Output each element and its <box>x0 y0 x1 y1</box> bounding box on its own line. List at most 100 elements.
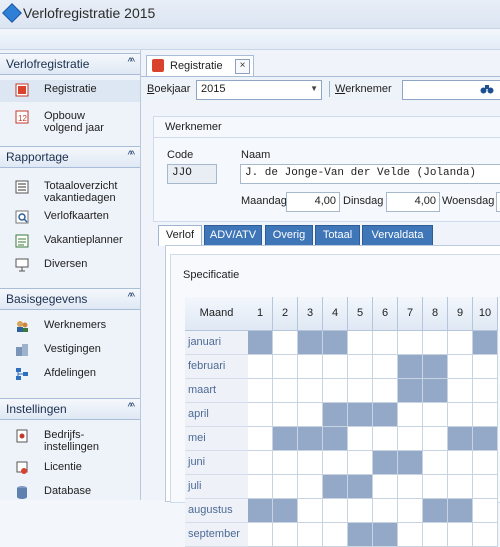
grid-day-cell[interactable] <box>273 523 298 547</box>
grid-day-cell[interactable] <box>448 403 473 427</box>
grid-day-cell[interactable] <box>248 499 273 523</box>
grid-day-cell[interactable] <box>248 355 273 379</box>
grid-day-cell[interactable] <box>448 475 473 499</box>
nav-group-rapportage[interactable]: Rapportage ^^ <box>0 146 140 168</box>
grid-day-cell[interactable] <box>298 523 323 547</box>
collapse-icon[interactable]: ^^ <box>128 149 136 161</box>
tab-registratie[interactable]: Registratie × <box>146 55 254 77</box>
grid-day-cell[interactable] <box>423 475 448 499</box>
nav-item-werknemers[interactable]: Werknemers <box>0 316 140 338</box>
grid-day-cell[interactable] <box>423 355 448 379</box>
grid-day-cell[interactable] <box>298 475 323 499</box>
nav-group-basisgegevens[interactable]: Basisgegevens ^^ <box>0 288 140 310</box>
grid-day-cell[interactable] <box>348 403 373 427</box>
grid-day-cell[interactable] <box>398 451 423 475</box>
grid-day-cell[interactable] <box>373 523 398 547</box>
grid-day-cell[interactable] <box>298 499 323 523</box>
nav-item-totaaloverzicht[interactable]: Totaaloverzicht vakantiedagen <box>0 177 140 204</box>
grid-day-cell[interactable] <box>273 451 298 475</box>
grid-day-cell[interactable] <box>373 355 398 379</box>
grid-day-cell[interactable] <box>273 499 298 523</box>
grid-day-cell[interactable] <box>298 355 323 379</box>
collapse-icon[interactable]: ^^ <box>128 291 136 303</box>
grid-day-cell[interactable] <box>423 523 448 547</box>
grid-day-cell[interactable] <box>248 403 273 427</box>
nav-item-database[interactable]: Database <box>0 482 140 504</box>
tab-totaal[interactable]: Totaal <box>315 225 360 246</box>
grid-day-cell[interactable] <box>398 499 423 523</box>
collapse-icon[interactable]: ^^ <box>128 56 136 68</box>
nav-item-bedrijfsinstellingen[interactable]: Bedrijfs-instellingen <box>0 426 140 454</box>
grid-day-cell[interactable] <box>348 499 373 523</box>
grid-day-cell[interactable] <box>398 331 423 355</box>
grid-day-cell[interactable] <box>448 499 473 523</box>
grid-day-cell[interactable] <box>248 523 273 547</box>
grid-day-cell[interactable] <box>398 427 423 451</box>
nav-item-vakantieplanner[interactable]: Vakantieplanner <box>0 231 140 253</box>
grid-day-cell[interactable] <box>323 331 348 355</box>
grid-day-cell[interactable] <box>473 379 498 403</box>
grid-day-cell[interactable] <box>423 451 448 475</box>
tab-adv-atv[interactable]: ADV/ATV <box>204 225 262 246</box>
grid-day-cell[interactable] <box>448 523 473 547</box>
grid-day-cell[interactable] <box>323 475 348 499</box>
grid-day-cell[interactable] <box>323 403 348 427</box>
grid-day-cell[interactable] <box>298 331 323 355</box>
nav-item-licentie[interactable]: Licentie <box>0 458 140 480</box>
grid-day-cell[interactable] <box>298 403 323 427</box>
grid-day-cell[interactable] <box>423 379 448 403</box>
grid-day-cell[interactable] <box>273 355 298 379</box>
grid-day-cell[interactable] <box>398 523 423 547</box>
grid-day-cell[interactable] <box>448 331 473 355</box>
grid-day-cell[interactable] <box>373 403 398 427</box>
grid-day-cell[interactable] <box>348 379 373 403</box>
nav-group-instellingen[interactable]: Instellingen ^^ <box>0 398 140 420</box>
grid-day-cell[interactable] <box>248 427 273 451</box>
grid-day-cell[interactable] <box>323 379 348 403</box>
grid-day-cell[interactable] <box>473 331 498 355</box>
grid-day-cell[interactable] <box>323 523 348 547</box>
grid-day-cell[interactable] <box>273 403 298 427</box>
grid-day-cell[interactable] <box>248 331 273 355</box>
grid-day-cell[interactable] <box>348 331 373 355</box>
nav-item-opbouw[interactable]: 12 Opbouw volgend jaar <box>0 107 140 135</box>
nav-group-verlofregistratie[interactable]: Verlofregistratie ^^ <box>0 53 140 75</box>
grid-day-cell[interactable] <box>423 499 448 523</box>
tab-vervaldata[interactable]: Vervaldata <box>362 225 433 246</box>
grid-day-cell[interactable] <box>373 379 398 403</box>
nav-item-verlofkaarten[interactable]: Verlofkaarten <box>0 207 140 229</box>
grid-day-cell[interactable] <box>348 427 373 451</box>
grid-day-cell[interactable] <box>373 499 398 523</box>
tab-verlof[interactable]: Verlof <box>158 225 202 246</box>
grid-day-cell[interactable] <box>373 427 398 451</box>
grid-day-cell[interactable] <box>373 331 398 355</box>
grid-day-cell[interactable] <box>473 451 498 475</box>
grid-day-cell[interactable] <box>273 379 298 403</box>
grid-day-cell[interactable] <box>448 427 473 451</box>
binoculars-icon[interactable] <box>480 83 494 98</box>
grid-day-cell[interactable] <box>298 379 323 403</box>
nav-item-vestigingen[interactable]: Vestigingen <box>0 340 140 362</box>
grid-day-cell[interactable] <box>398 475 423 499</box>
grid-day-cell[interactable] <box>348 523 373 547</box>
grid-day-cell[interactable] <box>423 427 448 451</box>
grid-day-cell[interactable] <box>398 355 423 379</box>
grid-day-cell[interactable] <box>473 499 498 523</box>
grid-day-cell[interactable] <box>373 451 398 475</box>
grid-day-cell[interactable] <box>273 331 298 355</box>
grid-day-cell[interactable] <box>323 451 348 475</box>
grid-day-cell[interactable] <box>473 523 498 547</box>
grid-day-cell[interactable] <box>323 427 348 451</box>
nav-item-afdelingen[interactable]: Afdelingen <box>0 364 140 386</box>
grid-day-cell[interactable] <box>298 427 323 451</box>
tab-overig[interactable]: Overig <box>265 225 313 246</box>
grid-day-cell[interactable] <box>448 451 473 475</box>
grid-day-cell[interactable] <box>248 379 273 403</box>
chevron-down-icon[interactable]: ▼ <box>310 84 318 93</box>
grid-day-cell[interactable] <box>473 403 498 427</box>
grid-day-cell[interactable] <box>398 403 423 427</box>
nav-item-registratie[interactable]: Registratie <box>0 80 140 102</box>
grid-day-cell[interactable] <box>323 499 348 523</box>
grid-day-cell[interactable] <box>248 451 273 475</box>
grid-day-cell[interactable] <box>373 475 398 499</box>
